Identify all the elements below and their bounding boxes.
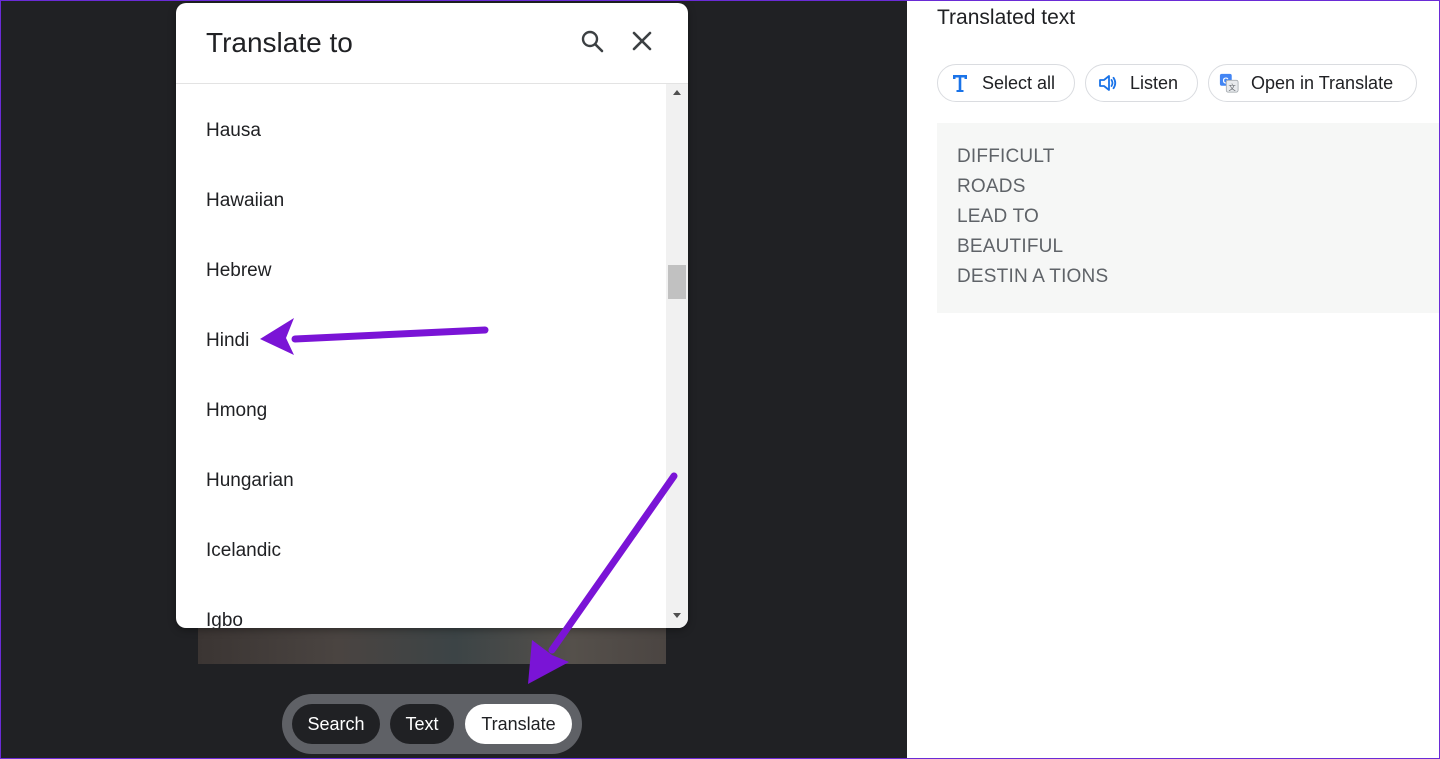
language-item-hmong[interactable]: Hmong [206, 398, 267, 424]
translated-line: ROADS [957, 176, 1026, 197]
listen-label: Listen [1130, 72, 1179, 93]
scrollbar-thumb[interactable] [668, 265, 686, 299]
translated-line: BEAUTIFUL [957, 236, 1064, 257]
search-button[interactable] [577, 28, 607, 58]
translated-line: LEAD TO [957, 206, 1040, 227]
translate-to-dialog: Translate to Hausa Hawaiian Hebrew Hindi… [176, 3, 688, 628]
language-item-icelandic[interactable]: Icelandic [206, 538, 281, 564]
search-icon [580, 29, 604, 58]
mode-text-button[interactable]: Text [390, 704, 454, 744]
language-item-hebrew[interactable]: Hebrew [206, 258, 271, 284]
translated-text-heading: Translated text [937, 6, 1076, 29]
lens-mode-switcher: Search Text Translate [282, 694, 582, 754]
svg-text:文: 文 [1229, 83, 1237, 92]
dialog-header: Translate to [176, 3, 688, 84]
language-item-hawaiian[interactable]: Hawaiian [206, 188, 284, 214]
translated-line: DESTIN A TIONS [957, 266, 1109, 287]
speaker-icon [1098, 73, 1118, 93]
language-item-hausa[interactable]: Hausa [206, 118, 261, 144]
scroll-up-arrow-icon[interactable] [666, 88, 688, 102]
open-in-translate-label: Open in Translate [1251, 72, 1394, 93]
language-list-scrollbar[interactable] [666, 84, 688, 628]
close-icon [631, 30, 653, 57]
select-all-label: Select all [982, 72, 1056, 93]
language-item-hungarian[interactable]: Hungarian [206, 468, 294, 494]
text-select-icon [950, 73, 970, 93]
mode-search-button[interactable]: Search [292, 704, 380, 744]
mode-translate-button[interactable]: Translate [465, 704, 572, 744]
dialog-title: Translate to [206, 27, 353, 58]
select-all-button[interactable]: Select all [937, 64, 1075, 102]
close-button[interactable] [627, 28, 657, 58]
language-item-hindi[interactable]: Hindi [206, 328, 249, 354]
open-in-translate-button[interactable]: G文 Open in Translate [1208, 64, 1417, 102]
google-translate-icon: G文 [1219, 73, 1239, 93]
language-list[interactable]: Hausa Hawaiian Hebrew Hindi Hmong Hungar… [176, 84, 666, 628]
translated-text-box: DIFFICULT ROADS LEAD TO BEAUTIFUL DESTIN… [937, 123, 1440, 313]
listen-button[interactable]: Listen [1085, 64, 1198, 102]
translated-line: DIFFICULT [957, 146, 1055, 167]
language-item-igbo[interactable]: Igbo [206, 608, 243, 628]
scroll-down-arrow-icon[interactable] [666, 610, 688, 624]
